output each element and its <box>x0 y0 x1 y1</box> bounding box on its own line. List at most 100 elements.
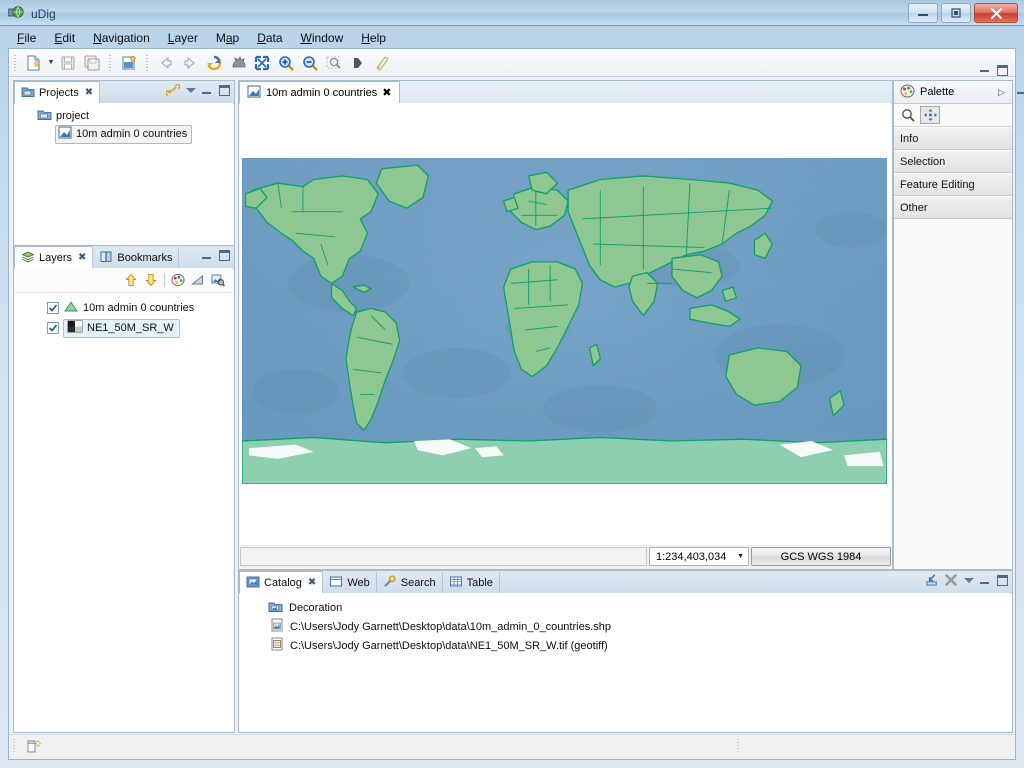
scale-combo[interactable]: 1:234,403,034 ▼ <box>649 547 749 566</box>
move-up-icon[interactable] <box>124 273 138 287</box>
close-icon[interactable]: ✖ <box>308 577 316 588</box>
style-editor-icon[interactable] <box>370 52 394 74</box>
back-arrow-icon[interactable] <box>154 52 178 74</box>
catalog-row-geotiff[interactable]: C:\Users\Jody Garnett\Desktop\data\NE1_5… <box>240 636 1011 655</box>
view-menu-icon[interactable] <box>963 575 974 586</box>
tree-item-map[interactable]: 10m admin 0 countries <box>15 124 233 144</box>
layers-toolbar-separator <box>164 273 165 287</box>
shapefile-icon <box>270 618 284 635</box>
minimize-icon[interactable] <box>201 85 212 96</box>
tab-web[interactable]: Web <box>323 572 377 593</box>
projects-tree[interactable]: project 10m admin 0 countries <box>15 103 233 250</box>
menu-map[interactable]: Map <box>207 29 248 47</box>
tab-projects[interactable]: Projects ✖ <box>14 81 101 104</box>
new-map-icon[interactable] <box>117 52 141 74</box>
zoom-out-icon[interactable] <box>298 52 322 74</box>
layers-list[interactable]: 10m admin 0 countries NE1_50M_SR_W <box>15 293 233 338</box>
minimize-icon[interactable] <box>1016 85 1024 96</box>
palette-drawer-info[interactable]: Info <box>894 127 1012 150</box>
view-menu-icon[interactable] <box>185 85 196 96</box>
palette-drawer-other[interactable]: Other <box>894 196 1012 219</box>
close-icon[interactable]: ✖ <box>85 87 93 98</box>
tree-item-map-selection[interactable]: 10m admin 0 countries <box>55 124 193 144</box>
layer-row-raster-label: NE1_50M_SR_W <box>87 321 174 334</box>
style-palette-icon[interactable] <box>171 273 185 287</box>
project-folder-icon <box>37 108 52 124</box>
menu-help[interactable]: Help <box>352 29 395 47</box>
zoom-tool-icon[interactable] <box>898 106 918 124</box>
link-with-editor-icon[interactable] <box>166 83 180 97</box>
pan-tool-icon[interactable] <box>920 106 940 124</box>
maximize-icon[interactable] <box>217 248 231 262</box>
world-map-render[interactable] <box>242 158 887 484</box>
palette-title: Palette <box>920 86 955 98</box>
palette-drawer-selection[interactable]: Selection <box>894 150 1012 173</box>
zoom-extent-icon[interactable] <box>250 52 274 74</box>
import-icon[interactable] <box>925 573 939 587</box>
udig-window: uDig File Edit Navigation Layer Map Data… <box>0 0 1024 768</box>
fast-view-icon[interactable] <box>26 738 44 757</box>
layer-row-raster-selection[interactable]: NE1_50M_SR_W <box>63 318 180 338</box>
forward-arrow-icon[interactable] <box>178 52 202 74</box>
tab-catalog[interactable]: Catalog ✖ <box>239 571 324 594</box>
tree-item-project[interactable]: project <box>15 107 233 125</box>
show-view-icon[interactable] <box>346 52 370 74</box>
catalog-row-shapefile[interactable]: C:\Users\Jody Garnett\Desktop\data\10m_a… <box>240 617 1011 636</box>
zoom-selection-icon[interactable] <box>322 52 346 74</box>
toolbar-grip-3[interactable] <box>144 53 151 72</box>
layer-row-raster[interactable]: NE1_50M_SR_W <box>15 318 233 338</box>
tab-bookmarks[interactable]: Bookmarks <box>93 247 180 268</box>
minimize-icon[interactable] <box>979 575 990 586</box>
save-all-icon[interactable] <box>80 52 104 74</box>
tree-item-map-label: 10m admin 0 countries <box>76 127 188 140</box>
tab-table[interactable]: Table <box>443 572 500 593</box>
menu-window[interactable]: Window <box>292 29 353 47</box>
minimize-button[interactable] <box>908 3 938 23</box>
map-canvas[interactable] <box>240 103 891 545</box>
toolbar-grip[interactable] <box>12 53 19 72</box>
move-down-icon[interactable] <box>144 273 158 287</box>
zoom-in-icon[interactable] <box>274 52 298 74</box>
statusbar-grip[interactable] <box>13 739 20 755</box>
menu-file[interactable]: File <box>8 29 45 47</box>
tab-search[interactable]: Search <box>377 572 443 593</box>
toolbar-grip-2[interactable] <box>107 53 114 72</box>
palette-drawer-info-label: Info <box>900 132 919 145</box>
palette-drawer-feature-editing[interactable]: Feature Editing <box>894 173 1012 196</box>
close-icon[interactable]: ✖ <box>78 252 86 263</box>
menu-layer[interactable]: Layer <box>159 29 207 47</box>
maximize-button[interactable] <box>941 3 971 23</box>
maximize-icon[interactable] <box>995 573 1009 587</box>
layer-row-countries[interactable]: 10m admin 0 countries <box>15 298 233 318</box>
new-dropdown-arrow-icon[interactable]: ▼ <box>46 52 56 74</box>
world-map-svg <box>242 158 887 484</box>
layer-visibility-checkbox[interactable] <box>47 322 59 334</box>
menu-data[interactable]: Data <box>248 29 291 47</box>
save-icon[interactable] <box>56 52 80 74</box>
refresh-icon[interactable] <box>202 52 226 74</box>
catalog-view: Catalog ✖ Web Search Table Decoration C:… <box>238 570 1013 733</box>
palette-flip-icon[interactable]: ▷ <box>998 87 1005 98</box>
tab-map-editor[interactable]: 10m admin 0 countries ✖ <box>239 81 400 104</box>
zoom-to-layer-icon[interactable] <box>211 273 225 287</box>
maximize-icon[interactable] <box>217 83 231 97</box>
menu-navigation[interactable]: Navigation <box>84 29 159 47</box>
maximize-icon[interactable] <box>995 63 1009 77</box>
remove-icon[interactable] <box>944 573 958 587</box>
catalog-tree[interactable]: Decoration C:\Users\Jody Garnett\Desktop… <box>240 593 1011 731</box>
new-icon[interactable] <box>22 52 46 74</box>
catalog-row-decoration[interactable]: Decoration <box>240 598 1011 617</box>
layers-toolbar <box>15 268 233 293</box>
crs-button[interactable]: GCS WGS 1984 <box>751 547 891 566</box>
pan-icon[interactable] <box>226 52 250 74</box>
chevron-down-icon[interactable]: ▼ <box>737 553 744 560</box>
menu-edit[interactable]: Edit <box>45 29 84 47</box>
layer-visibility-checkbox[interactable] <box>47 302 59 314</box>
close-button[interactable] <box>974 3 1018 23</box>
opacity-icon[interactable] <box>191 273 205 287</box>
catalog-row-shapefile-label: C:\Users\Jody Garnett\Desktop\data\10m_a… <box>290 620 611 633</box>
close-icon[interactable]: ✖ <box>382 86 391 99</box>
tab-layers[interactable]: Layers ✖ <box>14 246 94 269</box>
minimize-icon[interactable] <box>201 250 212 261</box>
minimize-icon[interactable] <box>979 63 990 74</box>
